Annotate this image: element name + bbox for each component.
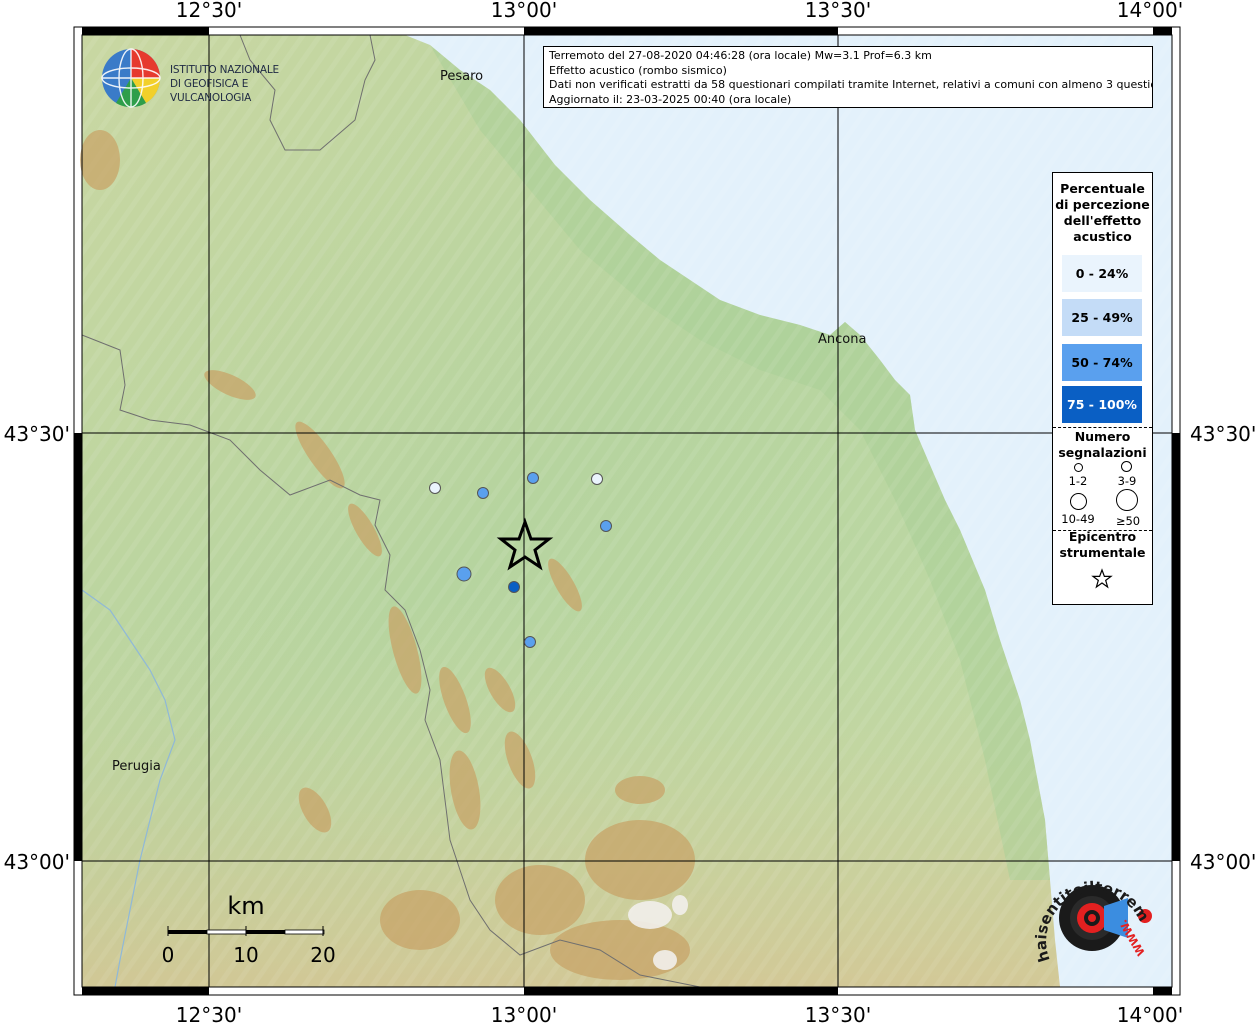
size-symbol-xlarge xyxy=(1116,489,1138,511)
size-symbol-large xyxy=(1070,493,1087,510)
left-lat-label: 43°30' xyxy=(4,422,70,446)
map-land xyxy=(80,34,1172,988)
observation-point[interactable] xyxy=(429,482,441,494)
event-info-box: Terremoto del 27-08-2020 04:46:28 (ora l… xyxy=(543,46,1153,108)
legend-count-title: Numero xyxy=(1074,429,1131,444)
legend-divider xyxy=(1053,427,1152,428)
right-lat-label: 43°00' xyxy=(1190,850,1255,874)
observation-point[interactable] xyxy=(508,581,520,593)
event-updated: Aggiornato il: 23-03-2025 00:40 (ora loc… xyxy=(549,92,792,106)
ingv-name-line2: DI GEOFISICA E VULCANOLOGIA xyxy=(170,78,252,104)
top-lon-label: 13°00' xyxy=(491,0,557,22)
scale-tick: 10 xyxy=(233,943,258,967)
haisentito-logo[interactable]: haisentitoilterremoto.it WWW. xyxy=(1032,860,1162,980)
legend: Percentuale di percezione dell'effetto a… xyxy=(1052,172,1153,605)
legend-class-3: 75 - 100% xyxy=(1062,386,1142,423)
legend-count-title: segnalazioni xyxy=(1058,445,1147,460)
legend-epicenter-title: strumentale xyxy=(1059,545,1146,560)
top-lon-label: 12°30' xyxy=(176,0,242,22)
city-ancona: Ancona xyxy=(818,332,866,347)
top-lon-label: 13°30' xyxy=(805,0,871,22)
city-perugia: Perugia xyxy=(112,759,161,774)
observation-point[interactable] xyxy=(527,472,539,484)
left-lat-label: 43°00' xyxy=(4,850,70,874)
legend-epicenter-title: Epicentro xyxy=(1068,529,1137,544)
legend-title-line: Percentuale xyxy=(1060,181,1145,196)
right-lat-label: 43°30' xyxy=(1190,422,1255,446)
observation-point[interactable] xyxy=(456,566,472,582)
size-label: 1-2 xyxy=(1068,474,1088,488)
observation-point[interactable] xyxy=(524,636,536,648)
observation-point[interactable] xyxy=(591,473,603,485)
legend-title-line: acustico xyxy=(1073,229,1132,244)
legend-star-icon xyxy=(1091,568,1113,589)
ingv-logo: ISTITUTO NAZIONALE DI GEOFISICA E VULCAN… xyxy=(100,47,320,109)
legend-title-line: dell'effetto xyxy=(1063,213,1142,228)
legend-title-line: di percezione xyxy=(1055,197,1150,212)
scale-unit: km xyxy=(227,892,264,920)
size-symbol-medium xyxy=(1121,461,1132,472)
size-label: ≥50 xyxy=(1115,514,1141,528)
observation-point[interactable] xyxy=(477,487,489,499)
legend-class-0: 0 - 24% xyxy=(1062,255,1142,292)
size-label: 10-49 xyxy=(1061,512,1095,526)
bottom-lon-label: 13°00' xyxy=(491,1003,557,1024)
city-pesaro: Pesaro xyxy=(440,69,483,84)
event-title: Terremoto del 27-08-2020 04:46:28 (ora l… xyxy=(549,49,932,62)
size-label: 3-9 xyxy=(1117,474,1137,488)
scale-tick: 20 xyxy=(310,943,335,967)
size-symbol-small xyxy=(1074,463,1083,472)
scale-tick: 0 xyxy=(162,943,175,967)
observation-point[interactable] xyxy=(600,520,612,532)
legend-class-1: 25 - 49% xyxy=(1062,299,1142,336)
bottom-lon-label: 14°00' xyxy=(1117,1003,1183,1024)
event-effect: Effetto acustico (rombo sismico) xyxy=(549,63,727,77)
ingv-globe-icon xyxy=(101,48,161,108)
ingv-name-line1: ISTITUTO NAZIONALE xyxy=(170,64,279,76)
top-lon-label: 14°00' xyxy=(1117,0,1183,22)
bottom-lon-label: 13°30' xyxy=(805,1003,871,1024)
legend-class-2: 50 - 74% xyxy=(1062,344,1142,381)
scale-bar: km 0 10 20 xyxy=(162,892,336,967)
bottom-lon-label: 12°30' xyxy=(176,1003,242,1024)
event-data-note: Dati non verificati estratti da 58 quest… xyxy=(549,78,1153,92)
haisentito-url: WWW. xyxy=(1117,917,1148,958)
